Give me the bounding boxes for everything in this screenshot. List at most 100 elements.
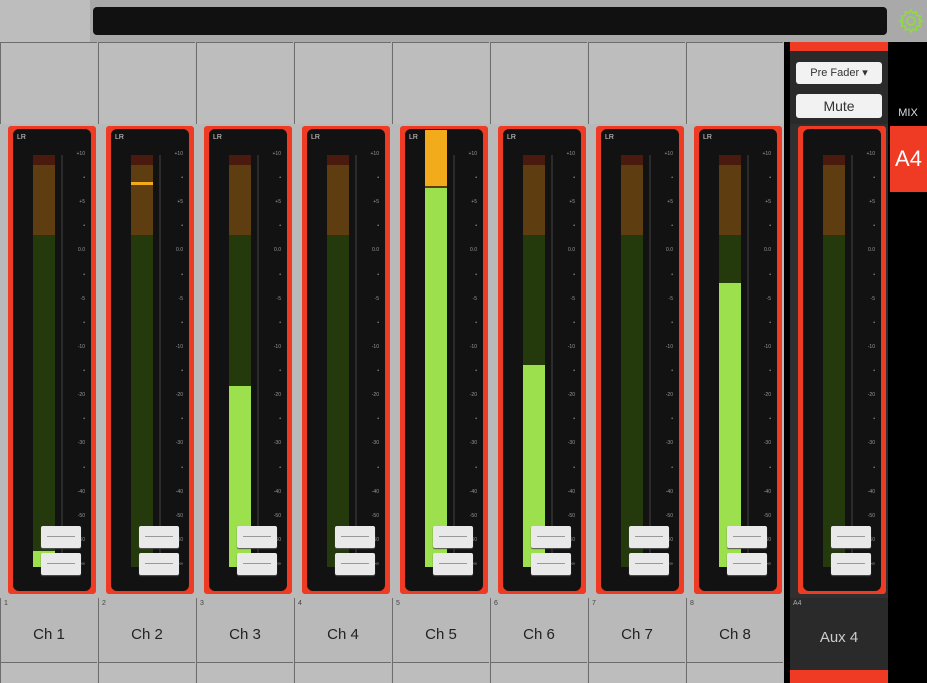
scale-tick: •	[475, 416, 477, 423]
strip-top-cell	[98, 42, 195, 124]
scale-tick: •	[573, 416, 575, 423]
scale-tick: •	[377, 416, 379, 423]
scale-tick: -20	[469, 392, 477, 399]
scale-tick: •	[83, 416, 85, 423]
scale-tick: +10	[866, 151, 875, 157]
scale-tick: -20	[867, 392, 875, 399]
mix-panel: MIX A4	[889, 42, 927, 683]
fader-cell: LR +10 • +5 • 0.0 • -5 • -10 • -20 • -30 • -40 -50 -60 -∞	[596, 126, 684, 594]
scale-tick: -5	[178, 295, 183, 302]
scale-tick: -20	[567, 392, 575, 399]
fader-knob[interactable]	[335, 526, 375, 578]
fader-background: LR +10 • +5 • 0.0 • -5 • -10 • -20 • -30 • -40 -50 -60 -∞	[405, 129, 483, 591]
scale-tick: •	[873, 416, 875, 423]
scale-tick: 0.0	[274, 247, 281, 254]
route-label: LR	[507, 134, 516, 141]
strip-top-cell	[0, 42, 97, 124]
channel-name-cell[interactable]: 4 Ch 4	[294, 598, 391, 662]
scale-tick: •	[475, 368, 477, 375]
aux-name-cell[interactable]: A4 Aux 4	[790, 598, 888, 670]
channel-strip-2: LR +10 • +5 • 0.0 • -5 • -10 • -20 • -30 • -40 -50 -60 -∞…	[98, 42, 196, 683]
meter-track	[621, 155, 643, 567]
fader-knob[interactable]	[237, 526, 277, 578]
scale-tick: •	[377, 271, 379, 278]
scale-tick: +5	[275, 199, 281, 206]
fader-knob[interactable]	[727, 526, 767, 578]
scale-tick: -50	[567, 512, 575, 519]
selected-mix-badge[interactable]: A4	[890, 126, 927, 192]
scale-tick: -40	[273, 488, 281, 495]
level-meter	[719, 283, 741, 567]
db-scale: +10 • +5 • 0.0 • -5 • -10 • -20 • -30 • -40 -50 -60 -∞	[861, 151, 879, 571]
channel-name-cell[interactable]: 5 Ch 5	[392, 598, 489, 662]
scale-tick: •	[873, 368, 875, 375]
scale-tick: +10	[76, 151, 85, 157]
scale-tick: 0.0	[470, 247, 477, 254]
scale-tick: +10	[468, 151, 477, 157]
meter-guide	[61, 155, 63, 567]
db-scale: +10 • +5 • 0.0 • -5 • -10 • -20 • -30 • -40 -50 -60 -∞	[365, 151, 383, 571]
channel-strip-8: LR +10 • +5 • 0.0 • -5 • -10 • -20 • -30 • -40 -50 -60 -∞…	[686, 42, 784, 683]
fader-cell: LR +10 • +5 • 0.0 • -5 • -10 • -20 • -30 • -40 -50 -60 -∞	[302, 126, 390, 594]
scale-tick: -30	[77, 440, 85, 447]
fader-knob[interactable]	[831, 526, 871, 578]
gear-icon	[898, 8, 924, 34]
scale-tick: -40	[77, 488, 85, 495]
channel-name-cell[interactable]: 8 Ch 8	[686, 598, 783, 662]
fader-cell: LR +10 • +5 • 0.0 • -5 • -10 • -20 • -30 • -40 -50 -60 -∞	[106, 126, 194, 594]
channel-name: Ch 3	[229, 626, 261, 643]
scale-tick: -50	[175, 512, 183, 519]
scale-tick: +10	[370, 151, 379, 157]
scale-tick: •	[475, 175, 477, 182]
scale-tick: •	[671, 175, 673, 182]
scale-tick: 0.0	[176, 247, 183, 254]
channel-name-cell[interactable]: 7 Ch 7	[588, 598, 685, 662]
scale-tick: •	[573, 319, 575, 326]
scale-tick: -50	[273, 512, 281, 519]
channel-name-cell[interactable]: 1 Ch 1	[0, 598, 97, 662]
strip-top-cell	[490, 42, 587, 124]
channel-strips: LR +10 • +5 • 0.0 • -5 • -10 • -20 • -30 • -40 -50 -60 -∞…	[0, 42, 889, 683]
channel-name: Ch 6	[523, 626, 555, 643]
channel-name-cell[interactable]: 3 Ch 3	[196, 598, 293, 662]
fader-knob[interactable]	[433, 526, 473, 578]
scale-tick: +5	[79, 199, 85, 206]
channel-number: 2	[102, 600, 106, 607]
fader-knob[interactable]	[41, 526, 81, 578]
scale-tick: •	[769, 368, 771, 375]
scale-tick: •	[769, 464, 771, 471]
scale-tick: •	[671, 271, 673, 278]
channel-number: 4	[298, 600, 302, 607]
channel-name-cell[interactable]: 2 Ch 2	[98, 598, 195, 662]
scale-tick: •	[83, 175, 85, 182]
strip-bottom	[294, 662, 391, 683]
scale-tick: -30	[763, 440, 771, 447]
db-scale: +10 • +5 • 0.0 • -5 • -10 • -20 • -30 • -40 -50 -60 -∞	[169, 151, 187, 571]
scale-tick: •	[181, 271, 183, 278]
scale-tick: +5	[177, 199, 183, 206]
channel-number: 3	[200, 600, 204, 607]
channel-strip-6: LR +10 • +5 • 0.0 • -5 • -10 • -20 • -30 • -40 -50 -60 -∞…	[490, 42, 588, 683]
fader-knob[interactable]	[629, 526, 669, 578]
scale-tick: •	[279, 175, 281, 182]
meter-guide	[453, 155, 455, 567]
level-meter	[425, 188, 447, 567]
channel-strip-1: LR +10 • +5 • 0.0 • -5 • -10 • -20 • -30 • -40 -50 -60 -∞…	[0, 42, 98, 683]
fader-background: LR +10 • +5 • 0.0 • -5 • -10 • -20 • -30 • -40 -50 -60 -∞	[699, 129, 777, 591]
title-bar[interactable]	[93, 7, 887, 35]
channel-name-cell[interactable]: 6 Ch 6	[490, 598, 587, 662]
scale-tick: •	[83, 319, 85, 326]
scale-tick: -10	[469, 343, 477, 350]
db-scale: +10 • +5 • 0.0 • -5 • -10 • -20 • -30 • -40 -50 -60 -∞	[757, 151, 775, 571]
scale-tick: -5	[870, 295, 875, 302]
scale-tick: •	[181, 223, 183, 230]
channel-number: 8	[690, 600, 694, 607]
settings-button[interactable]	[897, 5, 925, 37]
aux-number: A4	[793, 600, 802, 607]
scale-tick: +5	[569, 199, 575, 206]
scale-tick: -10	[371, 343, 379, 350]
scale-tick: •	[377, 319, 379, 326]
scale-tick: •	[671, 416, 673, 423]
fader-knob[interactable]	[531, 526, 571, 578]
fader-knob[interactable]	[139, 526, 179, 578]
